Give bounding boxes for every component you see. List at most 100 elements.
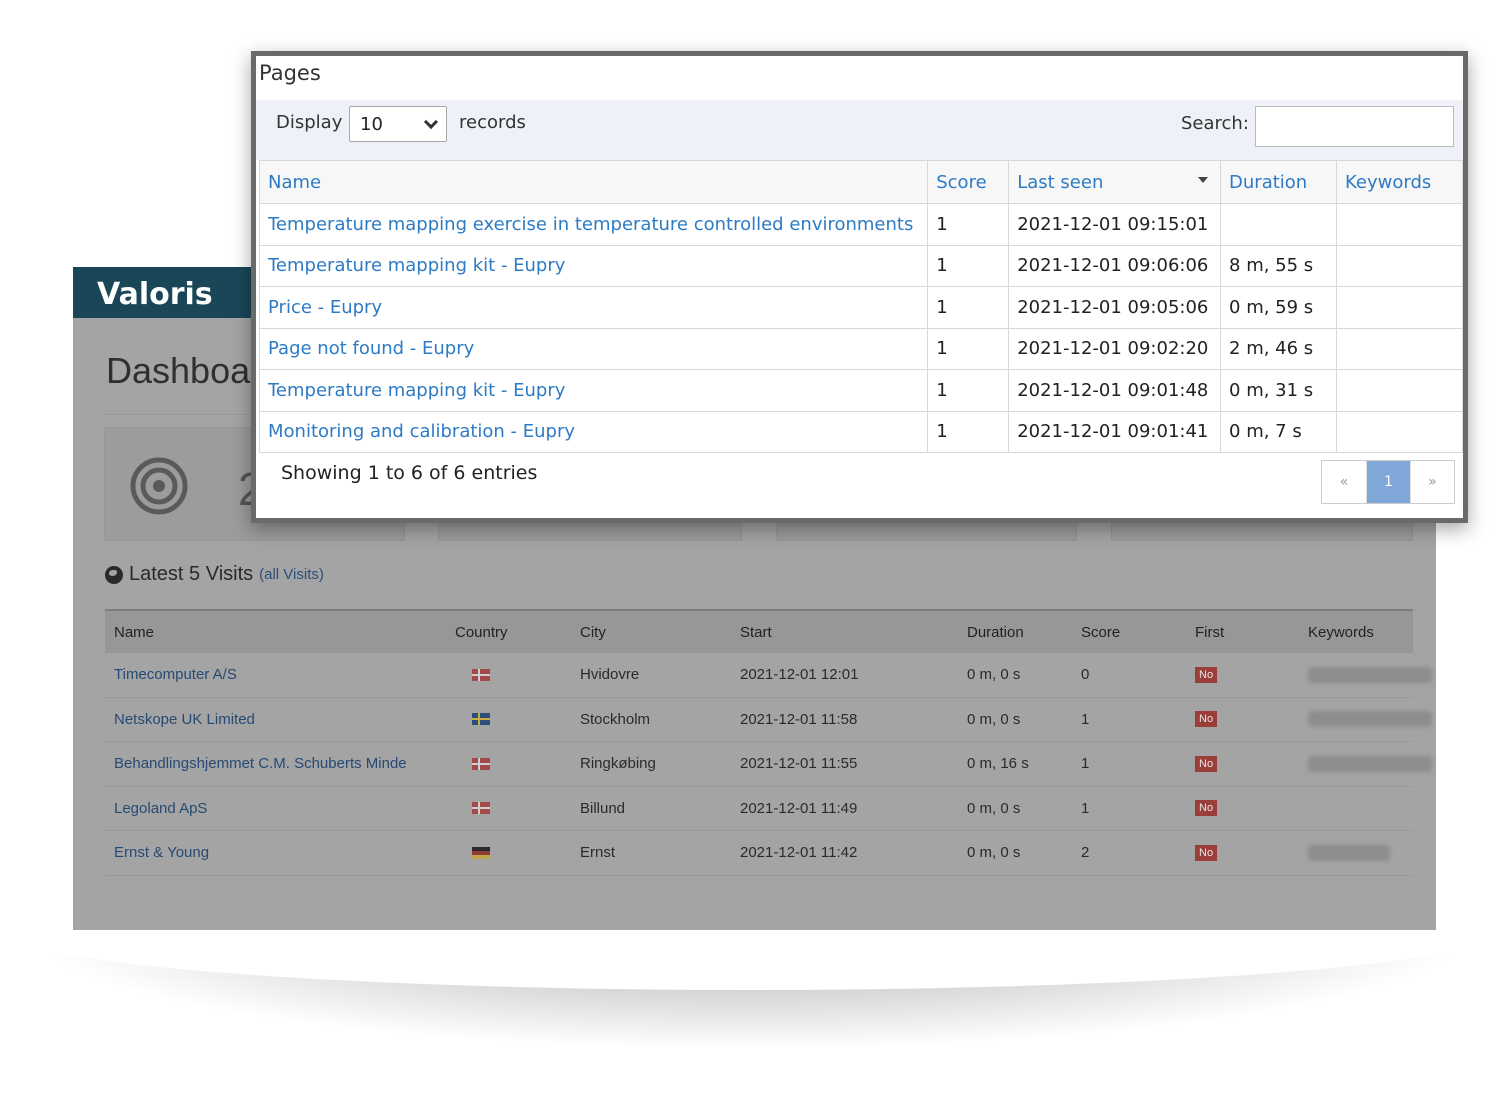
entries-info: Showing 1 to 6 of 6 entries <box>281 462 538 484</box>
page-title: Dashboa <box>106 350 251 391</box>
page-name-link[interactable]: Price - Eupry <box>258 286 929 329</box>
page-score: 1 <box>927 327 1010 370</box>
search-label: Search: <box>1181 113 1249 134</box>
page-name-link[interactable]: Temperature mapping kit - Eupry <box>258 369 929 412</box>
page-name-link[interactable]: Page not found - Eupry <box>258 327 929 370</box>
col-keywords[interactable]: Keywords <box>1336 160 1463 204</box>
visit-score: 1 <box>1081 799 1090 817</box>
table-row[interactable]: Temperature mapping exercise in temperat… <box>258 203 1463 246</box>
all-visits-link[interactable]: (all Visits) <box>259 566 324 583</box>
table-row[interactable]: Monitoring and calibration - Eupry 1 2021-… <box>258 410 1463 453</box>
blurred-keywords <box>1308 711 1432 728</box>
col-name[interactable]: Name <box>258 160 929 204</box>
pages-table-header: Name Score Last seen Duration Keywords <box>258 160 1463 204</box>
visit-duration: 0 m, 0 s <box>967 710 1021 728</box>
page-keywords <box>1336 369 1463 412</box>
table-controls: Display 10 records Search: <box>256 100 1463 160</box>
visit-name-link[interactable]: Legoland ApS <box>114 800 207 817</box>
records-per-page-select[interactable]: 10 <box>349 106 447 142</box>
table-row[interactable]: Netskope UK Limited Stockholm 2021-12-01 1… <box>105 698 1432 742</box>
col-city[interactable]: City <box>580 624 606 641</box>
pager-page-button[interactable]: 1 <box>1366 461 1410 503</box>
col-duration[interactable]: Duration <box>1220 160 1337 204</box>
pages-table-body: Temperature mapping exercise in temperat… <box>258 203 1463 453</box>
first-visit-badge: No <box>1195 666 1218 683</box>
page-last-seen: 2021-12-01 09:01:41 <box>1008 410 1222 453</box>
pager-prev-button[interactable]: « <box>1322 461 1366 503</box>
table-row[interactable]: Temperature mapping kit - Eupry 1 2021-12-… <box>258 369 1463 412</box>
visit-duration: 0 m, 0 s <box>967 666 1021 684</box>
brand-logo[interactable]: Valoris <box>73 267 263 318</box>
flag-icon-dk <box>472 802 490 815</box>
sort-desc-icon <box>1198 177 1209 183</box>
page-name-link[interactable]: Temperature mapping exercise in temperat… <box>258 203 929 246</box>
visit-start: 2021-12-01 11:58 <box>740 710 858 728</box>
table-row[interactable]: Ernst & Young Ernst 2021-12-01 11:42 0 m, 0… <box>105 831 1413 876</box>
first-visit-badge: No <box>1195 800 1218 817</box>
pagination: « 1 » <box>1321 460 1455 504</box>
visit-score: 1 <box>1081 755 1090 773</box>
page-duration: 0 m, 59 s <box>1220 286 1337 329</box>
page-score: 1 <box>927 286 1010 329</box>
flag-icon-dk <box>472 668 490 681</box>
display-label: Display <box>276 112 343 133</box>
page-keywords <box>1336 410 1463 453</box>
pages-title: Pages <box>259 61 321 85</box>
col-country[interactable]: Country <box>455 624 508 641</box>
col-duration[interactable]: Duration <box>967 624 1024 641</box>
pages-window: Pages Display 10 records Search: Name Sc… <box>251 51 1468 523</box>
flag-icon-dk <box>472 757 490 770</box>
table-row[interactable]: Temperature mapping kit - Eupry 1 2021-12-… <box>258 244 1463 287</box>
records-label: records <box>459 112 526 133</box>
page-last-seen: 2021-12-01 09:01:48 <box>1008 369 1222 412</box>
visit-duration: 0 m, 16 s <box>967 755 1029 773</box>
page-score: 1 <box>927 410 1010 453</box>
table-row[interactable]: Page not found - Eupry 1 2021-12-01 09:02:… <box>258 327 1463 370</box>
page-score: 1 <box>927 369 1010 412</box>
first-visit-badge: No <box>1195 711 1218 728</box>
visits-table-header: Name Country City Start Duration Score F… <box>105 609 1413 653</box>
page-keywords <box>1336 327 1463 370</box>
visit-start: 2021-12-01 11:55 <box>740 755 858 773</box>
visit-name-link[interactable]: Behandlingshjemmet C.M. Schuberts Minde <box>114 755 407 772</box>
visit-score: 1 <box>1081 710 1090 728</box>
page-last-seen: 2021-12-01 09:15:01 <box>1008 203 1222 246</box>
page-duration: 0 m, 7 s <box>1220 410 1337 453</box>
page-duration: 2 m, 46 s <box>1220 327 1337 370</box>
col-start[interactable]: Start <box>740 624 772 641</box>
visit-city: Ernst <box>580 844 616 862</box>
page-last-seen: 2021-12-01 09:06:06 <box>1008 244 1222 287</box>
visit-duration: 0 m, 0 s <box>967 799 1021 817</box>
visit-name-link[interactable]: Timecomputer A/S <box>114 666 237 683</box>
page-last-seen: 2021-12-01 09:02:20 <box>1008 327 1222 370</box>
col-last-seen[interactable]: Last seen <box>1008 160 1222 204</box>
table-row[interactable]: Behandlingshjemmet C.M. Schuberts Minde R… <box>105 742 1432 787</box>
page-score: 1 <box>927 244 1010 287</box>
flag-icon-se <box>472 713 490 726</box>
pager-next-button[interactable]: » <box>1410 461 1454 503</box>
visit-city: Hvidovre <box>580 666 640 684</box>
page-score: 1 <box>927 203 1010 246</box>
blurred-keywords <box>1308 666 1432 683</box>
col-keywords[interactable]: Keywords <box>1308 624 1374 641</box>
table-row[interactable]: Legoland ApS Billund 2021-12-01 11:49 0 m, … <box>105 787 1413 831</box>
col-name[interactable]: Name <box>114 624 154 641</box>
search-input[interactable] <box>1255 106 1454 147</box>
visit-name-link[interactable]: Netskope UK Limited <box>114 711 255 728</box>
blurred-keywords <box>1308 755 1432 772</box>
page-name-link[interactable]: Temperature mapping kit - Eupry <box>258 244 929 287</box>
visit-name-link[interactable]: Ernst & Young <box>114 844 209 861</box>
col-last-seen-label: Last seen <box>1017 171 1104 193</box>
page-keywords <box>1336 244 1463 287</box>
col-score[interactable]: Score <box>927 160 1010 204</box>
col-score[interactable]: Score <box>1081 624 1120 641</box>
visit-start: 2021-12-01 11:42 <box>740 844 858 862</box>
globe-icon <box>105 565 123 584</box>
visit-start: 2021-12-01 12:01 <box>740 666 859 684</box>
visit-city: Billund <box>580 799 626 817</box>
table-row[interactable]: Price - Eupry 1 2021-12-01 09:05:06 0 m, 59… <box>258 286 1463 329</box>
page-name-link[interactable]: Monitoring and calibration - Eupry <box>258 410 929 453</box>
col-first[interactable]: First <box>1195 624 1224 641</box>
table-row[interactable]: Timecomputer A/S Hvidovre 2021-12-01 12:01… <box>105 653 1432 698</box>
visits-table-body: Timecomputer A/S Hvidovre 2021-12-01 12:01… <box>105 653 1432 876</box>
